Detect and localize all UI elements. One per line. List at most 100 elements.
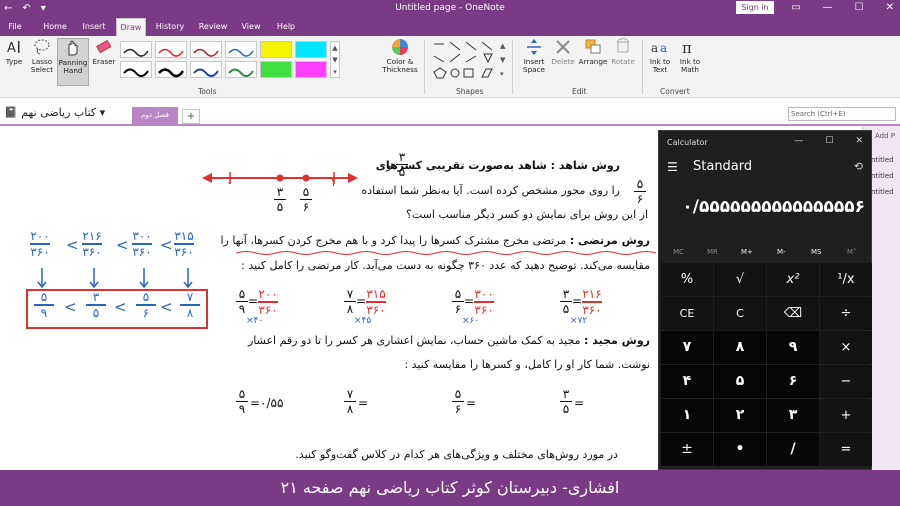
delete-button[interactable]: Delete bbox=[550, 38, 576, 66]
section-tab[interactable]: فصل دوم bbox=[132, 107, 178, 124]
digit-8-key[interactable]: ۸ bbox=[714, 331, 766, 364]
pen-swatch-blue-1[interactable] bbox=[225, 41, 257, 58]
numberline-one: ۱ bbox=[330, 175, 337, 189]
decimal-key[interactable]: / bbox=[767, 433, 819, 466]
memory-clear-button[interactable]: MC bbox=[673, 248, 684, 256]
pen-swatch-black-1[interactable] bbox=[120, 41, 152, 58]
digit-5-key[interactable]: ۵ bbox=[714, 365, 766, 398]
memory-store-button[interactable]: MS bbox=[811, 248, 821, 256]
dec-frac-5-6: ۵۶ bbox=[452, 388, 464, 415]
numberline-frac-3-5: ۳۵ bbox=[274, 186, 286, 213]
memory-list-button[interactable]: M˅ bbox=[847, 248, 857, 256]
note-page[interactable]: ۰ ۱ ۳۵ ۵۶ روش شاهد : شاهد به‌صورت تقریبی… bbox=[0, 126, 660, 470]
eq-multiplier: ×۷۲ bbox=[570, 316, 588, 326]
ink-to-math-button[interactable]: π Ink to Math bbox=[676, 38, 704, 74]
pen-swatch-black-3[interactable] bbox=[155, 61, 187, 78]
page-item[interactable]: ntitled bbox=[871, 170, 900, 182]
title-bar: ← ↶ ▾ Untitled page - OneNote Sign in ▭ … bbox=[0, 0, 900, 18]
highlighter-green[interactable] bbox=[260, 61, 292, 78]
eraser-button[interactable]: Eraser bbox=[91, 38, 117, 66]
page-item[interactable]: ntitled bbox=[871, 154, 900, 166]
minimize-icon[interactable]: — bbox=[794, 136, 803, 146]
panning-hand-button[interactable]: Panning Hand bbox=[57, 38, 89, 86]
calculator-window: Calculator — ☐ ✕ ☰ Standard ⟲ ۰/۵۵۵۵۵۵۵۵… bbox=[658, 130, 872, 470]
clear-key[interactable]: C bbox=[714, 297, 766, 330]
tab-review[interactable]: Review bbox=[196, 18, 230, 36]
digit-3-key[interactable]: ۳ bbox=[767, 399, 819, 432]
hw-top-frac-1: ۲۰۰ ۳۶۰ bbox=[30, 229, 50, 259]
search-input[interactable]: Search (Ctrl+E) bbox=[788, 107, 896, 121]
maximize-icon[interactable]: ☐ bbox=[855, 2, 864, 13]
sign-in-button[interactable]: Sign in bbox=[736, 1, 774, 14]
multiply-key[interactable]: × bbox=[820, 331, 872, 364]
notebook-selector[interactable]: 📓 کتاب ریاضی نهم ▾ bbox=[4, 106, 105, 119]
equals-key[interactable]: = bbox=[820, 433, 872, 466]
tab-help[interactable]: Help bbox=[272, 18, 300, 36]
fraction-3-5: ۳۵ bbox=[396, 151, 408, 178]
eraser-icon bbox=[96, 39, 112, 54]
minimize-icon[interactable]: — bbox=[823, 2, 833, 13]
add-section-button[interactable]: + bbox=[182, 109, 200, 124]
tab-home[interactable]: Home bbox=[40, 18, 70, 36]
reciprocal-key[interactable]: ¹/x bbox=[820, 263, 872, 296]
digit-0-key[interactable]: • bbox=[714, 433, 766, 466]
rotate-button[interactable]: Rotate bbox=[609, 38, 637, 66]
arrange-button[interactable]: Arrange bbox=[577, 38, 609, 66]
memory-add-button[interactable]: M+ bbox=[741, 248, 753, 256]
ribbon-separator bbox=[642, 40, 643, 94]
page-item[interactable]: ntitled bbox=[871, 186, 900, 198]
highlighter-yellow[interactable] bbox=[260, 41, 292, 58]
percent-key[interactable]: % bbox=[661, 263, 713, 296]
digit-4-key[interactable]: ۴ bbox=[661, 365, 713, 398]
type-button[interactable]: A Type bbox=[2, 38, 26, 66]
tab-insert[interactable]: Insert bbox=[78, 18, 110, 36]
ink-to-text-icon: aa bbox=[651, 41, 667, 55]
divide-key[interactable]: ÷ bbox=[820, 297, 872, 330]
memory-subtract-button[interactable]: M- bbox=[777, 248, 786, 256]
tab-history[interactable]: History bbox=[152, 18, 188, 36]
tab-draw[interactable]: Draw bbox=[116, 18, 146, 36]
majid-line2: نوشت. شما کار او را کامل، و کسرها را مقا… bbox=[404, 358, 650, 371]
gallery-scroll[interactable]: ▲ ▼ ▾ bbox=[330, 41, 340, 78]
tab-view[interactable]: View bbox=[236, 18, 266, 36]
pen-swatch-black-2[interactable] bbox=[120, 61, 152, 78]
backspace-key[interactable]: ⌫ bbox=[767, 297, 819, 330]
pen-swatch-blue-2[interactable] bbox=[190, 61, 222, 78]
digit-2-key[interactable]: ۲ bbox=[714, 399, 766, 432]
group-label-shapes: Shapes bbox=[456, 87, 484, 96]
digit-6-key[interactable]: ۶ bbox=[767, 365, 819, 398]
shahed-line3: از این روش برای نمایش دو کسر دیگر مناسب … bbox=[406, 208, 648, 221]
pen-swatch-darkred[interactable] bbox=[190, 41, 222, 58]
fraction-5-6: ۵۶ bbox=[634, 178, 646, 205]
memory-recall-button[interactable]: MR bbox=[707, 248, 718, 256]
shapes-gallery[interactable]: ▲ ▼ ▾ bbox=[430, 40, 508, 82]
pen-swatch-red-1[interactable] bbox=[155, 41, 187, 58]
morteza-line1: روش مرتضی : مرتضی مخرج مشترک کسرها را پی… bbox=[220, 234, 650, 247]
dec-value: = bbox=[466, 396, 477, 410]
highlighter-cyan[interactable] bbox=[295, 41, 327, 58]
lasso-select-button[interactable]: Lasso Select bbox=[28, 38, 56, 74]
draw-ribbon: A Type Lasso Select Panning Hand Eraser bbox=[0, 36, 900, 98]
pen-swatch-green[interactable] bbox=[225, 61, 257, 78]
hamburger-menu-icon[interactable]: ☰ bbox=[667, 160, 678, 174]
digit-1-key[interactable]: ۱ bbox=[661, 399, 713, 432]
tab-file[interactable]: File bbox=[4, 18, 26, 36]
close-icon[interactable]: ✕ bbox=[886, 2, 894, 13]
highlighter-magenta[interactable] bbox=[295, 61, 327, 78]
digit-7-key[interactable]: ۷ bbox=[661, 331, 713, 364]
close-icon[interactable]: ✕ bbox=[855, 136, 863, 146]
clear-entry-key[interactable]: CE bbox=[661, 297, 713, 330]
negate-key[interactable]: ± bbox=[661, 433, 713, 466]
maximize-icon[interactable]: ☐ bbox=[825, 136, 833, 146]
subtract-key[interactable]: − bbox=[820, 365, 872, 398]
history-icon[interactable]: ⟲ bbox=[854, 160, 863, 173]
square-key[interactable]: x² bbox=[767, 263, 819, 296]
calculator-display: ۰/۵۵۵۵۵۵۵۵۵۵۵۵۵۵۵۶ bbox=[682, 197, 865, 217]
ribbon-display-icon[interactable]: ▭ bbox=[791, 2, 800, 13]
insert-space-button[interactable]: Insert Space bbox=[518, 38, 550, 74]
ink-to-text-button[interactable]: aa Ink to Text bbox=[646, 38, 674, 74]
add-key[interactable]: + bbox=[820, 399, 872, 432]
digit-9-key[interactable]: ۹ bbox=[767, 331, 819, 364]
sqrt-key[interactable]: √ bbox=[714, 263, 766, 296]
color-thickness-button[interactable]: Color & Thickness bbox=[380, 38, 420, 74]
